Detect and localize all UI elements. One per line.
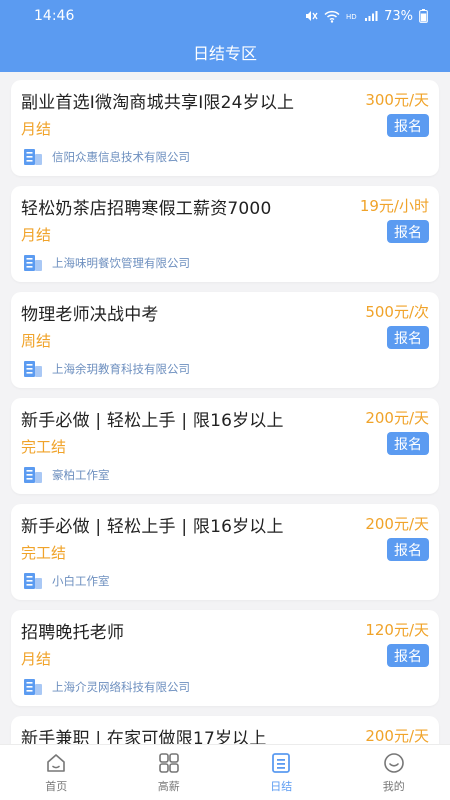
status-bar: 14:46 HD 73% bbox=[0, 0, 450, 32]
apply-button[interactable]: 报名 bbox=[387, 114, 429, 137]
profile-icon bbox=[382, 751, 406, 775]
signal-icon bbox=[364, 10, 378, 22]
building-icon bbox=[23, 254, 43, 272]
job-title: 新手兼职 | 在家可做限17岁以上 bbox=[21, 729, 267, 744]
company-row: 豪柏工作室 bbox=[23, 466, 110, 484]
job-card[interactable]: 新手必做 | 轻松上手 | 限16岁以上 200元/天 完工结 报名 小白工作室 bbox=[11, 504, 439, 600]
company-row: 上海介灵网络科技有限公司 bbox=[23, 678, 190, 696]
building-icon bbox=[23, 360, 43, 378]
tab-home[interactable]: 首页 bbox=[0, 745, 113, 800]
page-title: 日结专区 bbox=[192, 44, 257, 63]
building-icon bbox=[23, 466, 43, 484]
home-icon bbox=[44, 751, 68, 775]
job-title: 新手必做 | 轻松上手 | 限16岁以上 bbox=[21, 517, 284, 537]
company-name: 上海味明餐饮管理有限公司 bbox=[52, 256, 190, 270]
settlement-type: 月结 bbox=[21, 120, 52, 138]
status-time: 14:46 bbox=[34, 8, 75, 24]
job-card[interactable]: 新手兼职 | 在家可做限17岁以上 200元/天 bbox=[11, 716, 439, 744]
job-title: 物理老师决战中考 bbox=[21, 305, 159, 325]
hd-icon: HD bbox=[346, 11, 358, 21]
settlement-type: 月结 bbox=[21, 226, 52, 244]
job-title: 轻松奶茶店招聘寒假工薪资7000 bbox=[21, 199, 272, 219]
company-row: 信阳众惠信息技术有限公司 bbox=[23, 148, 190, 166]
status-indicators: HD 73% bbox=[304, 9, 428, 24]
job-card[interactable]: 副业首选I微淘商城共享I限24岁以上 300元/天 月结 报名 信阳众惠信息技术… bbox=[11, 80, 439, 176]
settlement-type: 完工结 bbox=[21, 438, 67, 456]
apply-button[interactable]: 报名 bbox=[387, 326, 429, 349]
job-salary: 200元/天 bbox=[365, 727, 429, 744]
apply-button[interactable]: 报名 bbox=[387, 644, 429, 667]
apply-button[interactable]: 报名 bbox=[387, 220, 429, 243]
job-salary: 200元/天 bbox=[365, 515, 429, 533]
job-salary: 200元/天 bbox=[365, 409, 429, 427]
company-name: 信阳众惠信息技术有限公司 bbox=[52, 150, 190, 164]
settlement-type: 月结 bbox=[21, 650, 52, 668]
job-title: 副业首选I微淘商城共享I限24岁以上 bbox=[21, 93, 295, 113]
tab-label: 我的 bbox=[382, 780, 405, 793]
wifi-icon bbox=[324, 10, 340, 23]
company-name: 小白工作室 bbox=[52, 574, 110, 588]
company-name: 上海介灵网络科技有限公司 bbox=[52, 680, 190, 694]
company-row: 小白工作室 bbox=[23, 572, 110, 590]
apply-button[interactable]: 报名 bbox=[387, 538, 429, 561]
building-icon bbox=[23, 572, 43, 590]
job-salary: 19元/小时 bbox=[359, 197, 429, 215]
tab-label: 高薪 bbox=[157, 780, 180, 793]
battery-icon bbox=[419, 9, 428, 23]
list-icon bbox=[269, 751, 293, 775]
bottom-tab-bar: 首页 高薪 日结 我的 bbox=[0, 744, 450, 800]
job-card[interactable]: 招聘晚托老师 120元/天 月结 报名 上海介灵网络科技有限公司 bbox=[11, 610, 439, 706]
job-salary: 120元/天 bbox=[365, 621, 429, 639]
tab-daily-settlement[interactable]: 日结 bbox=[225, 745, 338, 800]
tab-label: 首页 bbox=[45, 780, 68, 793]
tab-high-salary[interactable]: 高薪 bbox=[113, 745, 226, 800]
mute-icon bbox=[304, 9, 318, 23]
job-salary: 500元/次 bbox=[365, 303, 429, 321]
building-icon bbox=[23, 678, 43, 696]
job-title: 招聘晚托老师 bbox=[21, 623, 125, 643]
job-card[interactable]: 新手必做 | 轻松上手 | 限16岁以上 200元/天 完工结 报名 豪柏工作室 bbox=[11, 398, 439, 494]
grid-icon bbox=[157, 751, 181, 775]
company-name: 豪柏工作室 bbox=[52, 468, 110, 482]
company-name: 上海余玥教育科技有限公司 bbox=[52, 362, 190, 376]
job-card[interactable]: 物理老师决战中考 500元/次 周结 报名 上海余玥教育科技有限公司 bbox=[11, 292, 439, 388]
tab-label: 日结 bbox=[270, 780, 293, 793]
company-row: 上海余玥教育科技有限公司 bbox=[23, 360, 190, 378]
job-title: 新手必做 | 轻松上手 | 限16岁以上 bbox=[21, 411, 284, 431]
battery-percent: 73% bbox=[384, 8, 413, 24]
svg-text:HD: HD bbox=[346, 13, 357, 21]
apply-button[interactable]: 报名 bbox=[387, 432, 429, 455]
tab-mine[interactable]: 我的 bbox=[338, 745, 450, 800]
job-card[interactable]: 轻松奶茶店招聘寒假工薪资7000 19元/小时 月结 报名 上海味明餐饮管理有限… bbox=[11, 186, 439, 282]
company-row: 上海味明餐饮管理有限公司 bbox=[23, 254, 190, 272]
settlement-type: 周结 bbox=[21, 332, 52, 350]
settlement-type: 完工结 bbox=[21, 544, 67, 562]
building-icon bbox=[23, 148, 43, 166]
top-bar: 14:46 HD 73% 日结专区 bbox=[0, 0, 450, 72]
job-list[interactable]: 副业首选I微淘商城共享I限24岁以上 300元/天 月结 报名 信阳众惠信息技术… bbox=[0, 80, 450, 744]
job-salary: 300元/天 bbox=[365, 91, 429, 109]
